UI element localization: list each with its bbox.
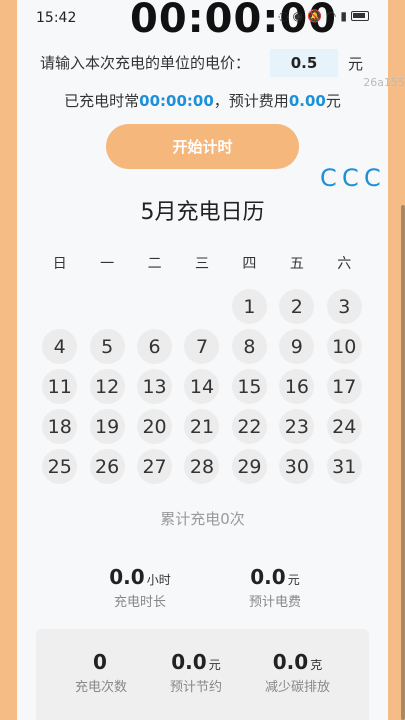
loader-icon: C: [364, 164, 381, 192]
calendar-empty-cell: [137, 289, 172, 324]
calendar-day[interactable]: 24: [326, 409, 362, 444]
elapsed-middle: ，预计费用: [213, 92, 289, 110]
calendar-day[interactable]: 11: [42, 369, 78, 404]
signal-icon: ▮: [340, 9, 347, 23]
calendar-grid: 1 2 3 4 5 6 7 8 9 10 11 12 13 14 15 16 17 18 19 20 21 22 23 24 2…: [36, 289, 368, 484]
loader-icon: C: [320, 164, 337, 192]
calendar-day[interactable]: 30: [279, 449, 315, 484]
price-input[interactable]: [270, 49, 338, 77]
calendar-day[interactable]: 20: [137, 409, 173, 444]
weekday-label: 四: [242, 256, 257, 272]
weekday-label: 五: [289, 256, 304, 272]
stat-value: 0: [93, 650, 107, 674]
weekday-label: 二: [147, 256, 162, 272]
eye-icon: ◉: [292, 9, 303, 23]
calendar-title: 5月充电日历: [140, 200, 265, 225]
elapsed-prefix: 已充电时常: [64, 92, 140, 110]
calendar-empty-cell: [184, 289, 219, 324]
weekday-label: 六: [337, 256, 352, 272]
calendar-day[interactable]: 27: [137, 449, 173, 484]
stat-label: 预计节约: [169, 680, 222, 695]
calendar-day[interactable]: 28: [184, 449, 220, 484]
calendar-day[interactable]: 16: [279, 369, 315, 404]
battery-icon: [351, 11, 369, 21]
weekday-label: 一: [100, 256, 115, 272]
stat-value: 0.0: [272, 650, 309, 674]
calendar-day[interactable]: 18: [42, 409, 78, 444]
nfc-icon: ◌: [277, 9, 289, 23]
calendar-empty-cell: [90, 289, 125, 324]
calendar-day[interactable]: 3: [326, 289, 362, 324]
calendar-day[interactable]: 8: [231, 329, 267, 364]
elapsed-fee: 0.00: [288, 92, 326, 110]
stat-unit: 克: [310, 658, 323, 672]
price-unit: 元: [348, 55, 364, 73]
elapsed-suffix: 元: [325, 92, 341, 110]
calendar-day[interactable]: 14: [184, 369, 220, 404]
wifi-icon: ◠: [325, 9, 337, 23]
stat-label: 充电时长: [113, 595, 166, 610]
stat-unit: 小时: [146, 573, 171, 587]
calendar-day[interactable]: 2: [279, 289, 315, 324]
calendar-day[interactable]: 7: [184, 329, 220, 364]
stat-label: 充电次数: [74, 680, 127, 695]
calendar-day[interactable]: 17: [326, 369, 362, 404]
calendar-day[interactable]: 12: [89, 369, 125, 404]
elapsed-time: 00:00:00: [139, 92, 214, 110]
calendar-day[interactable]: 5: [89, 329, 125, 364]
stat-unit: 元: [287, 573, 300, 587]
stat-value: 0.0: [171, 650, 207, 674]
stat-cost: 0.0 元 预计电费: [230, 565, 320, 610]
calendar-day[interactable]: 26: [89, 449, 125, 484]
stat-charge-count: 0 充电次数: [56, 650, 146, 695]
stat-carbon: 0.0 克 减少碳排放: [250, 650, 345, 695]
stat-label: 预计电费: [248, 595, 301, 610]
calendar-day[interactable]: 21: [184, 409, 220, 444]
stat-unit: 元: [208, 658, 221, 672]
calendar-day[interactable]: 31: [326, 449, 362, 484]
weekday-header: 日 一 二 三 四 五 六: [36, 253, 368, 273]
charge-count: 累计充电0次: [160, 510, 245, 528]
calendar-day[interactable]: 10: [326, 329, 362, 364]
scrollbar[interactable]: [401, 205, 405, 720]
mute-icon: 🔕: [306, 9, 322, 23]
calendar-empty-cell: [42, 289, 77, 324]
calendar-day[interactable]: 23: [279, 409, 315, 444]
calendar-day[interactable]: 9: [279, 329, 315, 364]
calendar-day[interactable]: 22: [231, 409, 267, 444]
hash-text: 26a155: [363, 76, 405, 89]
status-icons: ◌ ◉ 🔕 ◠ ▮: [278, 9, 369, 23]
stat-savings: 0.0 元 预计节约: [151, 650, 241, 695]
stat-label: 减少碳排放: [264, 680, 330, 695]
loader-icon: C: [342, 164, 359, 192]
calendar-day[interactable]: 19: [89, 409, 125, 444]
calendar-day[interactable]: 25: [42, 449, 78, 484]
stat-duration: 0.0 小时 充电时长: [95, 565, 185, 610]
price-row: 请输入本次充电的单位的电价： 元: [40, 49, 370, 77]
calendar-day[interactable]: 4: [42, 329, 78, 364]
calendar-day[interactable]: 15: [231, 369, 267, 404]
status-time: 15:42: [36, 10, 77, 26]
price-label: 请输入本次充电的单位的电价：: [40, 54, 251, 72]
calendar-day[interactable]: 6: [137, 329, 173, 364]
weekday-label: 日: [52, 256, 67, 272]
calendar-day[interactable]: 1: [231, 289, 267, 324]
calendar-day[interactable]: 13: [137, 369, 173, 404]
stat-value: 0.0: [250, 565, 286, 589]
elapsed-summary: 已充电时常00:00:00，预计费用0.00元: [0, 90, 405, 111]
start-timer-button[interactable]: 开始计时: [106, 124, 299, 169]
weekday-label: 三: [194, 256, 209, 272]
stat-value: 0.0: [109, 565, 145, 589]
calendar-day[interactable]: 29: [231, 449, 267, 484]
